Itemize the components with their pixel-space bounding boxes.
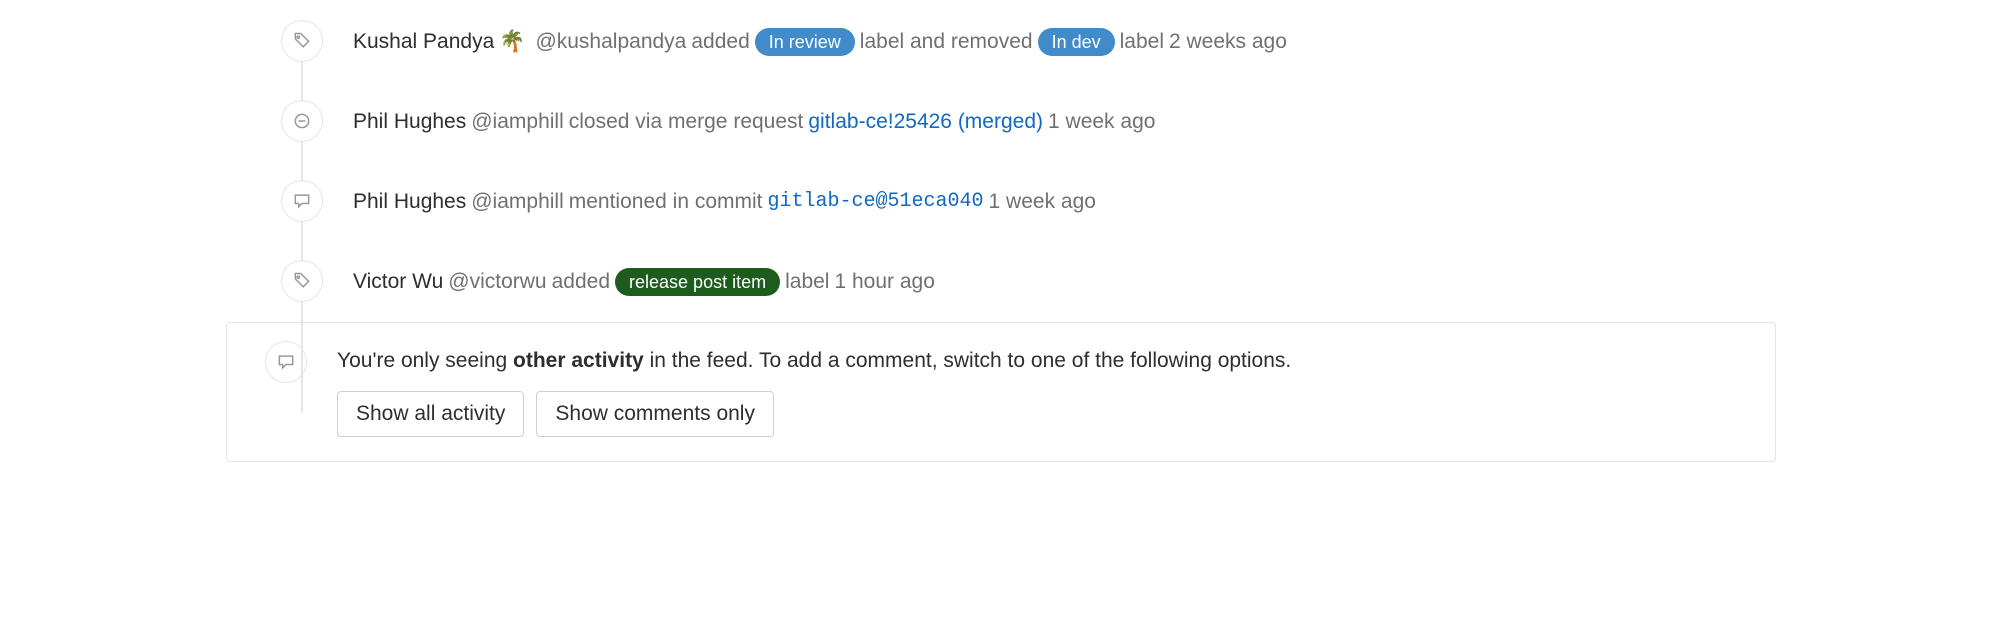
label-icon <box>281 260 323 302</box>
action-text: label <box>785 266 829 298</box>
action-text: label <box>1120 26 1164 58</box>
timeline-entry: Kushal Pandya 🌴 @kushalpandya added In r… <box>226 20 1776 62</box>
label-release-post-item[interactable]: release post item <box>615 268 780 296</box>
label-in-dev[interactable]: In dev <box>1038 28 1115 56</box>
filter-notice: You're only seeing other activity in the… <box>226 322 1776 462</box>
action-text: added <box>691 26 749 58</box>
author-name[interactable]: Victor Wu <box>353 266 443 298</box>
show-all-activity-button[interactable]: Show all activity <box>337 391 524 437</box>
show-comments-only-button[interactable]: Show comments only <box>536 391 774 437</box>
username[interactable]: @iamphill <box>471 186 564 218</box>
username[interactable]: @kushalpandya <box>535 26 686 58</box>
label-in-review[interactable]: In review <box>755 28 855 56</box>
action-text: label and removed <box>860 26 1033 58</box>
action-text: mentioned in commit <box>569 186 763 218</box>
timestamp: 1 week ago <box>989 186 1096 218</box>
timeline-entry: Phil Hughes @iamphill closed via merge r… <box>226 100 1776 142</box>
merge-request-link[interactable]: gitlab-ce!25426 (merged) <box>808 106 1043 138</box>
emoji: 🌴 <box>499 26 525 58</box>
author-name[interactable]: Phil Hughes <box>353 186 466 218</box>
username[interactable]: @victorwu <box>448 266 546 298</box>
notice-text: You're only seeing other activity in the… <box>337 349 1291 373</box>
timeline-entry: Victor Wu @victorwu added release post i… <box>226 260 1776 302</box>
commit-link[interactable]: gitlab-ce@51eca040 <box>768 187 984 217</box>
action-text: added <box>552 266 610 298</box>
timestamp: 1 hour ago <box>834 266 934 298</box>
author-name[interactable]: Kushal Pandya <box>353 26 494 58</box>
username[interactable]: @iamphill <box>471 106 564 138</box>
action-text: closed via merge request <box>569 106 804 138</box>
label-icon <box>281 20 323 62</box>
author-name[interactable]: Phil Hughes <box>353 106 466 138</box>
timestamp: 2 weeks ago <box>1169 26 1287 58</box>
comment-icon <box>281 180 323 222</box>
timeline-entry: Phil Hughes @iamphill mentioned in commi… <box>226 180 1776 222</box>
timestamp: 1 week ago <box>1048 106 1155 138</box>
closed-icon <box>281 100 323 142</box>
